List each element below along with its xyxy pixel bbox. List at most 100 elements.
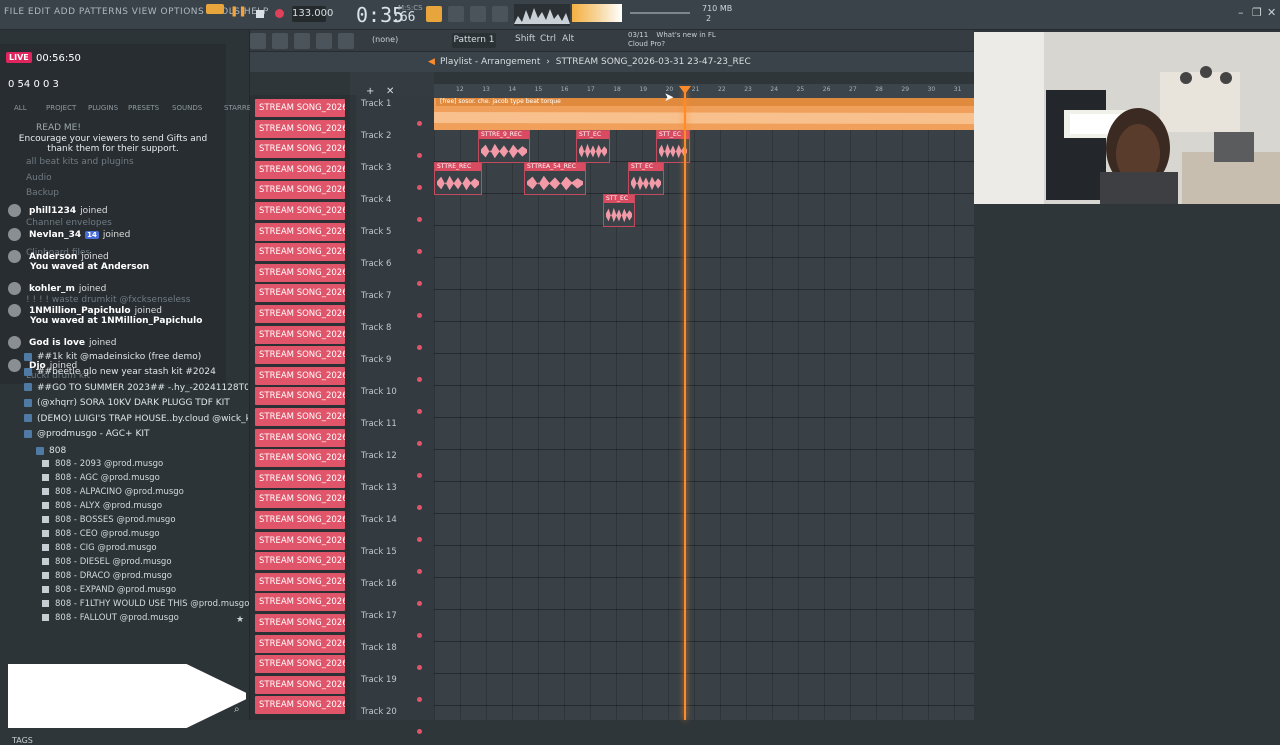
track-mute-dot[interactable] (417, 505, 422, 510)
piano-roll-icon[interactable] (294, 33, 310, 49)
track-label[interactable]: Track 9 (361, 355, 391, 365)
channel-button[interactable]: STREAM SONG_2026-03- (255, 614, 345, 632)
channel-button[interactable]: STREAM SONG_2026-03- (255, 408, 345, 426)
track-mute-dot[interactable] (417, 633, 422, 638)
channel-rack-icon[interactable] (250, 33, 266, 49)
file-item[interactable]: 808 - AGC @prod.musgo (42, 473, 160, 483)
track-mute-dot[interactable] (417, 153, 422, 158)
channel-button[interactable]: STREAM SONG_2026-03- (255, 325, 345, 344)
playhead-marker[interactable] (679, 86, 691, 94)
folder-item[interactable]: @prodmusgo - AGC+ KIT (0, 429, 248, 444)
pause-button[interactable]: ❚❚ (230, 6, 247, 22)
browser-tab-plugins[interactable]: PLUGINS (88, 104, 118, 112)
maximize-button[interactable]: ❐ (1252, 6, 1262, 19)
step-edit-icon[interactable] (448, 6, 464, 22)
file-item[interactable]: 808 - CEO @prod.musgo (42, 529, 160, 539)
track-mute-dot[interactable] (417, 473, 422, 478)
browser-item[interactable]: Audio (26, 173, 52, 183)
channel-button[interactable]: STREAM SONG_2026-03- (255, 428, 345, 447)
track-label[interactable]: Track 10 (361, 387, 397, 397)
stop-button[interactable] (252, 6, 268, 22)
alt-key-button[interactable]: Alt (562, 34, 574, 44)
ctrl-key-button[interactable]: Ctrl (540, 34, 556, 44)
file-item[interactable]: 808 - DIESEL @prod.musgo (42, 557, 172, 567)
wait-input-icon[interactable] (470, 6, 486, 22)
channel-button[interactable]: STREAM SONG_2026-03- (255, 387, 345, 406)
track-mute-dot[interactable] (417, 185, 422, 190)
channel-button[interactable]: STREAM SONG_2026-03- (255, 593, 345, 612)
channel-button[interactable]: STREAM SONG_2026-03- (255, 511, 345, 529)
folder-item[interactable]: (DEMO) LUIGI'S TRAP HOUSE..by.cloud @wic… (0, 414, 248, 429)
track-mute-dot[interactable] (417, 441, 422, 446)
browser-tab-sounds[interactable]: SOUNDS (172, 104, 202, 112)
channel-button[interactable]: STREAM SONG_2026-03- (255, 119, 345, 138)
file-item[interactable]: 808 - CIG @prod.musgo (42, 543, 157, 553)
track-mute-dot[interactable] (417, 569, 422, 574)
file-item[interactable]: 808 - ALYX @prod.musgo (42, 501, 162, 511)
track-label[interactable]: Track 3 (361, 163, 391, 173)
file-item[interactable]: 808 - F1LTHY WOULD USE THIS @prod.musgo (42, 599, 249, 609)
track-label[interactable]: Track 7 (361, 291, 391, 301)
track-mute-dot[interactable] (417, 281, 422, 286)
file-item[interactable]: 808 - EXPAND @prod.musgo (42, 585, 176, 595)
track-label[interactable]: Track 16 (361, 579, 397, 589)
channel-button[interactable]: STREAM SONG_2026-03- (255, 305, 345, 323)
file-item[interactable]: 808 - FALLOUT @prod.musgo (42, 613, 179, 623)
channel-button[interactable]: STREAM SONG_2026-03- (255, 490, 345, 509)
channel-button[interactable]: STREAM SONG_2026-03- (255, 160, 345, 179)
countdown-icon[interactable] (492, 6, 508, 22)
track-mute-dot[interactable] (417, 345, 422, 350)
playlist-icon[interactable] (316, 33, 332, 49)
metronome-icon[interactable] (426, 6, 442, 22)
track-label[interactable]: Track 2 (361, 131, 391, 141)
channel-button[interactable]: STREAM SONG_2026-03- (255, 346, 345, 365)
play-arrow-icon[interactable]: ◀ (428, 57, 435, 67)
channel-button[interactable]: STREAM SONG_2026-03- (255, 696, 345, 715)
minimize-button[interactable]: – (1238, 6, 1244, 19)
track-mute-dot[interactable] (417, 249, 422, 254)
audio-clip[interactable]: STTRE_9_REC (478, 130, 530, 163)
folder-item[interactable]: ##GO TO SUMMER 2023## -.hy_-20241128T065… (0, 383, 248, 398)
audio-clip[interactable]: STT_EC (603, 194, 635, 227)
file-item[interactable]: 808 - ALPACINO @prod.musgo (42, 487, 184, 497)
track-mute-dot[interactable] (417, 537, 422, 542)
browser-item[interactable]: Channel envelopes (26, 218, 112, 228)
track-mute-dot[interactable] (417, 409, 422, 414)
track-label[interactable]: Track 1 (361, 99, 391, 109)
track-label[interactable]: Track 6 (361, 259, 391, 269)
arrangement-grid[interactable] (434, 98, 974, 720)
track-label[interactable]: Track 5 (361, 227, 391, 237)
track-mute-dot[interactable] (417, 121, 422, 126)
channel-button[interactable]: STREAM SONG_2026-03- (255, 181, 345, 200)
mixer-icon[interactable] (272, 33, 288, 49)
track-label[interactable]: Track 8 (361, 323, 391, 333)
track-label[interactable]: Track 11 (361, 419, 397, 429)
channel-button[interactable]: STREAM SONG_2026-03- (255, 243, 345, 262)
search-icon[interactable]: ⌕ (234, 704, 240, 715)
folder-item[interactable]: ##1k kit @madeinsicko (free demo) (0, 352, 248, 367)
browser-item[interactable]: all beat kits and plugins (26, 157, 134, 167)
browser-tab-presets[interactable]: PRESETS (128, 104, 159, 112)
track-mute-dot[interactable] (417, 601, 422, 606)
track-label[interactable]: Track 18 (361, 643, 397, 653)
folder-item[interactable]: (@xhqrr) SORA 10KV DARK PLUGG TDF KIT (0, 398, 248, 413)
record-button[interactable] (272, 6, 288, 22)
channel-button[interactable]: STREAM SONG_2026-03- (255, 675, 345, 694)
channel-button[interactable]: STREAM SONG_2026-03- (255, 140, 345, 159)
track-label[interactable]: Track 20 (361, 707, 397, 717)
channel-button[interactable]: STREAM SONG_2026-03- (255, 263, 345, 282)
close-button[interactable]: ✕ (1267, 6, 1276, 19)
track-mute-dot[interactable] (417, 313, 422, 318)
browser-tab-all[interactable]: ALL (14, 104, 27, 112)
microphone-icon[interactable] (338, 33, 354, 49)
channel-button[interactable]: STREAM SONG_2026-03- (255, 99, 345, 117)
channel-button[interactable]: STREAM SONG_2026-03- (255, 284, 345, 303)
channel-button[interactable]: STREAM SONG_2026-03- (255, 202, 345, 220)
track-label[interactable]: Track 4 (361, 195, 391, 205)
tempo-display[interactable]: 133.000 (292, 6, 333, 22)
browser-tab-project[interactable]: PROJECT (46, 104, 76, 112)
track-mute-dot[interactable] (417, 217, 422, 222)
file-item[interactable]: 808 - BOSSES @prod.musgo (42, 515, 176, 525)
channel-button[interactable]: STREAM SONG_2026-03- (255, 366, 345, 385)
track-mute-dot[interactable] (417, 729, 422, 734)
